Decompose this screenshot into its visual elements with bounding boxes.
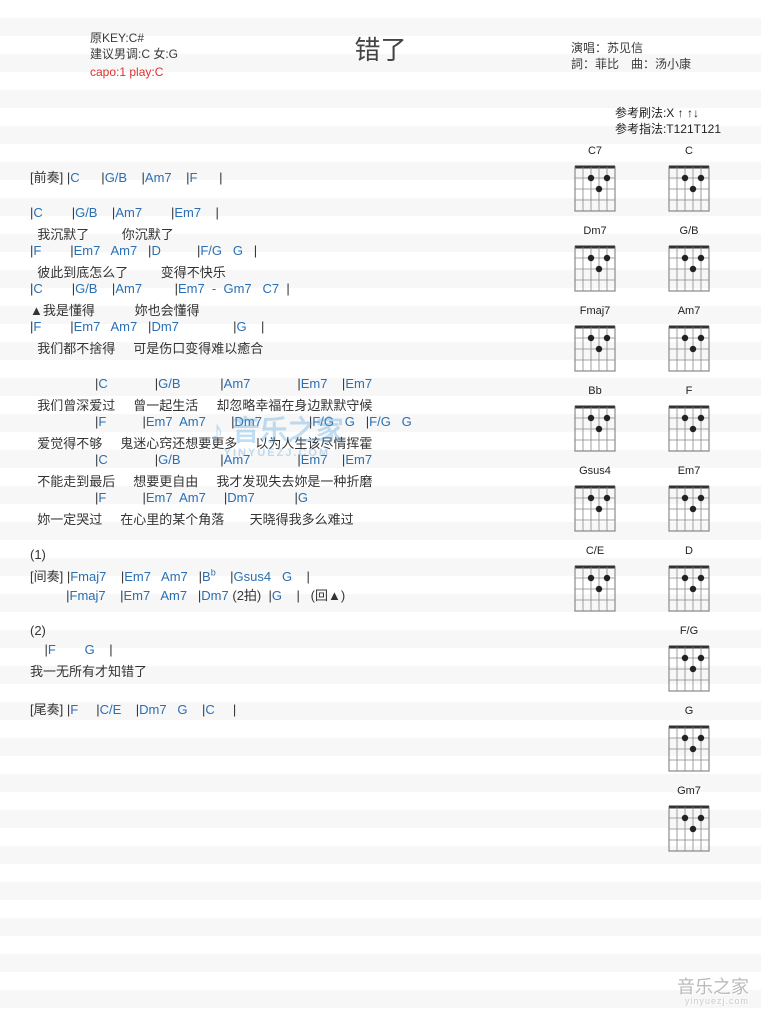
lyric-line: 彼此到底怎么了 变得不快乐	[30, 262, 570, 281]
chord-diagram-c7: C7	[563, 145, 627, 215]
blank-line	[30, 604, 570, 623]
chord-line: [前奏] |C |G/B |Am7 |F |	[30, 167, 570, 186]
corner-logo: 音乐之家 yinyuezj.com	[677, 980, 749, 1008]
chord-line: |Fmaj7 |Em7 Am7 |Dm7 (2拍) |G | (回▲)	[30, 585, 570, 604]
fretboard-icon	[664, 561, 714, 615]
chord-line: |F |Em7 Am7 |Dm7 |G |	[30, 319, 570, 338]
chord-diagram-gsus4: Gsus4	[563, 465, 627, 535]
reference-box: 参考刷法:X ↑ ↑↓ 参考指法:T121T121	[615, 105, 721, 137]
fretboard-icon	[664, 401, 714, 455]
fretboard-icon	[664, 161, 714, 215]
blank-line	[30, 186, 570, 205]
chord-name: C/E	[563, 545, 627, 559]
chord-line: [尾奏] |F |C/E |Dm7 G |C |	[30, 699, 570, 718]
lyric-line: 妳一定哭过 在心里的某个角落 天晓得我多么难过	[30, 509, 570, 528]
suggest-key: 建议男调:C 女:G	[90, 46, 178, 62]
lyric-line: 我沉默了 你沉默了	[30, 224, 570, 243]
chord-line: |F |Em7 Am7 |Dm7 |F/G G |F/G G	[30, 414, 570, 433]
chord-diagram-ce: C/E	[563, 545, 627, 615]
chord-diagram-fmaj7: Fmaj7	[563, 305, 627, 375]
fretboard-icon	[664, 641, 714, 695]
singer: 演唱：苏见信	[571, 40, 691, 56]
blank-line	[30, 357, 570, 376]
chord-name: Gm7	[657, 785, 721, 799]
page: 原KEY:C# 建议男调:C 女:G capo:1 play:C 错了 演唱：苏…	[0, 0, 761, 1018]
fretboard-icon	[664, 321, 714, 375]
chord-name: C	[657, 145, 721, 159]
chord-diagram-empty	[563, 705, 627, 775]
chord-diagram-gm7: Gm7	[657, 785, 721, 855]
header: 原KEY:C# 建议男调:C 女:G capo:1 play:C 错了 演唱：苏…	[0, 0, 761, 67]
blank-line	[30, 528, 570, 547]
chord-name: Fmaj7	[563, 305, 627, 319]
orig-key: 原KEY:C#	[90, 30, 178, 46]
chord-diagram-f: F	[657, 385, 721, 455]
chord-diagram-dm7: Dm7	[563, 225, 627, 295]
fretboard-icon	[664, 481, 714, 535]
fretboard-icon	[570, 401, 620, 455]
corner-small: yinyuezj.com	[677, 994, 749, 1008]
lyric-line: (2)	[30, 623, 570, 642]
section-label: [前奏]	[30, 170, 67, 185]
chord-diagram-g: G	[657, 705, 721, 775]
chord-diagram-d: D	[657, 545, 721, 615]
chord-name: C7	[563, 145, 627, 159]
chord-diagram-bb: Bb	[563, 385, 627, 455]
chord-name: Bb	[563, 385, 627, 399]
section-label: [尾奏]	[30, 702, 67, 717]
chord-line: |C |G/B |Am7 |Em7 |	[30, 205, 570, 224]
chord-diagrams-column: C7 C Dm7 G/B Fmaj7	[563, 145, 733, 855]
fretboard-icon	[570, 241, 620, 295]
chord-name: G	[657, 705, 721, 719]
chord-name: D	[657, 545, 721, 559]
fretboard-icon	[570, 321, 620, 375]
ref-strum: 参考刷法:X ↑ ↑↓	[615, 105, 721, 121]
lyric-line: 爱觉得不够 鬼迷心窍还想要更多 以为人生该尽情挥霍	[30, 433, 570, 452]
sheet-content: [前奏] |C |G/B |Am7 |F | |C |G/B |Am7 |Em7 …	[0, 67, 570, 718]
lyric-line: 不能走到最后 想要更自由 我才发现失去妳是一种折磨	[30, 471, 570, 490]
chord-diagram-fg: F/G	[657, 625, 721, 695]
fretboard-icon	[570, 161, 620, 215]
lyric-comp: 詞：菲比 曲：汤小康	[571, 56, 691, 72]
fretboard-icon	[570, 561, 620, 615]
chord-name: F	[657, 385, 721, 399]
chord-name: F/G	[657, 625, 721, 639]
fretboard-icon	[664, 801, 714, 855]
blank-line	[30, 680, 570, 699]
lyric-line: 我们都不捨得 可是伤口变得难以癒合	[30, 338, 570, 357]
lyric-line: (1)	[30, 547, 570, 566]
chord-name: Am7	[657, 305, 721, 319]
ref-pick: 参考指法:T121T121	[615, 121, 721, 137]
chord-name: Dm7	[563, 225, 627, 239]
lyric-line: 我一无所有才知错了	[30, 661, 570, 680]
chord-line: |F |Em7 Am7 |Dm7 |G	[30, 490, 570, 509]
chord-diagram-empty	[563, 785, 627, 855]
fretboard-icon	[664, 241, 714, 295]
chord-line: |C |G/B |Am7 |Em7 |Em7	[30, 452, 570, 471]
lyric-line: ▲我是懂得 妳也会懂得	[30, 300, 570, 319]
chord-line: |C |G/B |Am7 |Em7 - Gm7 C7 |	[30, 281, 570, 300]
chord-diagram-am7: Am7	[657, 305, 721, 375]
chord-name: Em7	[657, 465, 721, 479]
section-label: [间奏]	[30, 569, 67, 584]
chord-name: G/B	[657, 225, 721, 239]
chord-diagram-gb: G/B	[657, 225, 721, 295]
fretboard-icon	[570, 481, 620, 535]
chord-name: Gsus4	[563, 465, 627, 479]
chord-diagram-em7: Em7	[657, 465, 721, 535]
lyric-line: 我们曾深爱过 曾一起生活 却忽略幸福在身边默默守候	[30, 395, 570, 414]
chord-line: |C |G/B |Am7 |Em7 |Em7	[30, 376, 570, 395]
meta-right: 演唱：苏见信 詞：菲比 曲：汤小康	[571, 40, 691, 72]
chord-diagram-c: C	[657, 145, 721, 215]
chord-line: [间奏] |Fmaj7 |Em7 Am7 |Bb |Gsus4 G |	[30, 566, 570, 585]
chord-diagram-empty	[563, 625, 627, 695]
chord-line: |F G |	[30, 642, 570, 661]
fretboard-icon	[664, 721, 714, 775]
chord-line: |F |Em7 Am7 |D |F/G G |	[30, 243, 570, 262]
